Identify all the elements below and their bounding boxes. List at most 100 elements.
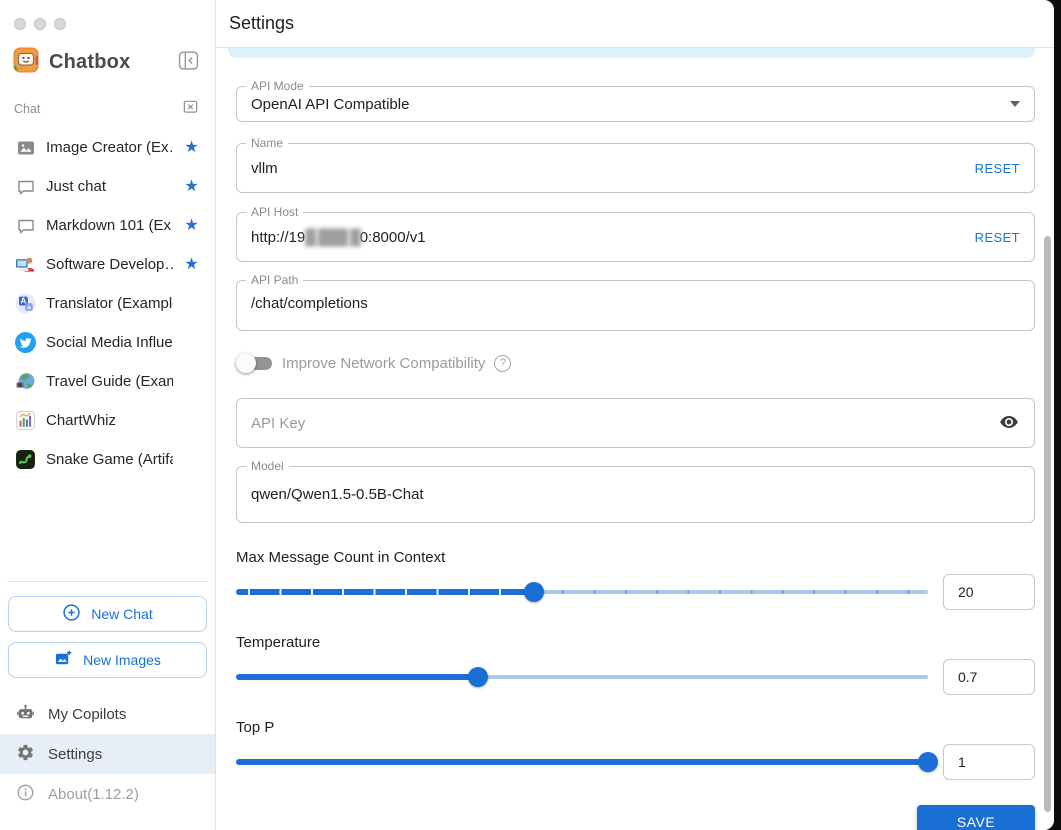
app-brand: Chatbox — [0, 30, 215, 78]
chat-item-label: Social Media Influencer … — [46, 334, 173, 351]
menu-item-label: My Copilots — [48, 705, 127, 723]
name-reset-button[interactable]: RESET — [975, 161, 1020, 176]
collapse-sidebar-icon[interactable] — [178, 50, 199, 76]
network-compatibility-row: Improve Network Compatibility ? — [236, 353, 1035, 373]
temperature-param: Temperature 0.7 — [236, 634, 1035, 695]
api-host-reset-button[interactable]: RESET — [975, 230, 1020, 245]
chat-list: Image Creator (Ex… ★ Just chat ★ Markdow… — [0, 124, 215, 479]
sidebar: Chatbox Chat Image Creator (Ex… ★ Just c… — [0, 0, 216, 830]
clear-chats-icon[interactable] — [182, 98, 199, 120]
minimize-button[interactable] — [34, 18, 46, 30]
scrollbar-thumb[interactable] — [1044, 236, 1051, 812]
top-p-value-input[interactable]: 1 — [943, 744, 1035, 780]
api-mode-select[interactable]: API Mode OpenAI API Compatible — [236, 79, 1035, 122]
menu-item-label: Settings — [48, 745, 103, 763]
chat-section-header: Chat — [0, 78, 215, 124]
chat-item-software-developer[interactable]: Software Develop… ★ — [0, 245, 215, 284]
chat-item-snake-game[interactable]: Snake Game (Artifact E… — [0, 440, 215, 479]
max-message-count-value-input[interactable]: 20 — [943, 574, 1035, 610]
translator-icon: Aa — [15, 293, 36, 314]
api-host-field[interactable]: API Host http://19█.███ █0:8000/v1 RESET — [236, 205, 1035, 262]
star-icon: ★ — [184, 216, 199, 234]
chat-item-label: Markdown 101 (Ex… — [46, 217, 173, 234]
main-panel: Settings API Mode OpenAI API Compatible … — [216, 0, 1054, 830]
gear-icon — [16, 743, 35, 766]
model-field[interactable]: Model qwen/Qwen1.5-0.5B-Chat — [236, 459, 1035, 523]
top-p-slider[interactable] — [236, 744, 938, 780]
robot-icon — [16, 703, 35, 726]
chat-item-just-chat[interactable]: Just chat ★ — [0, 167, 215, 206]
chat-item-label: Image Creator (Ex… — [46, 139, 173, 156]
chat-item-markdown-101[interactable]: Markdown 101 (Ex… ★ — [0, 206, 215, 245]
close-button[interactable] — [14, 18, 26, 30]
chart-icon — [15, 410, 36, 431]
model-label: Model — [246, 459, 289, 473]
globe-icon — [15, 371, 36, 392]
name-value: vllm — [251, 159, 278, 177]
api-host-label: API Host — [246, 205, 304, 219]
max-message-count-param: Max Message Count in Context 20 — [236, 549, 1035, 610]
top-p-param: Top P 1 — [236, 719, 1035, 780]
chat-item-travel-guide[interactable]: Travel Guide (Example) — [0, 362, 215, 401]
api-mode-value: OpenAI API Compatible — [251, 95, 410, 113]
plus-circle-icon — [62, 603, 81, 625]
new-chat-button[interactable]: New Chat — [8, 596, 207, 632]
chat-item-translator[interactable]: Aa Translator (Example) — [0, 284, 215, 323]
network-compatibility-label: Improve Network Compatibility — [282, 354, 486, 372]
max-message-count-slider[interactable] — [236, 574, 928, 610]
max-message-count-label: Max Message Count in Context — [236, 549, 446, 566]
help-icon[interactable]: ? — [494, 354, 512, 372]
chat-item-social-media-influencer[interactable]: Social Media Influencer … — [0, 323, 215, 362]
temperature-slider[interactable] — [236, 659, 928, 695]
sidebar-item-my-copilots[interactable]: My Copilots — [0, 694, 215, 734]
chat-item-label: ChartWhiz — [46, 412, 117, 429]
main-header: Settings — [216, 0, 1054, 48]
name-label: Name — [246, 136, 289, 150]
app-title: Chatbox — [49, 51, 131, 73]
info-icon — [16, 783, 35, 806]
sidebar-item-settings[interactable]: Settings — [0, 734, 215, 774]
sidebar-item-about[interactable]: About(1.12.2) — [0, 774, 215, 814]
show-password-button[interactable] — [998, 411, 1020, 436]
eye-icon — [998, 411, 1020, 436]
page-title: Settings — [229, 13, 295, 33]
chevron-down-icon — [1010, 101, 1020, 107]
star-icon: ★ — [184, 255, 199, 273]
menu-item-label: About(1.12.2) — [48, 785, 139, 803]
network-compatibility-toggle[interactable] — [236, 353, 273, 373]
api-mode-label: API Mode — [246, 79, 309, 93]
twitter-icon — [15, 332, 36, 353]
new-chat-label: New Chat — [91, 606, 153, 622]
name-field[interactable]: Name vllm RESET — [236, 136, 1035, 193]
snake-icon — [15, 449, 36, 470]
temperature-value-input[interactable]: 0.7 — [943, 659, 1035, 695]
api-key-field[interactable]: API Key — [236, 398, 1035, 448]
chat-bubble-icon — [15, 215, 36, 236]
settings-form: API Mode OpenAI API Compatible Name vllm… — [216, 58, 1054, 830]
info-alert-remnant — [228, 48, 1035, 58]
new-images-button[interactable]: New Images — [8, 642, 207, 678]
star-icon: ★ — [184, 177, 199, 195]
chat-item-label: Snake Game (Artifact E… — [46, 451, 173, 468]
sidebar-menu: My Copilots Settings About(1.12.2) — [0, 694, 215, 830]
developer-icon — [15, 254, 36, 275]
chat-item-chartwhiz[interactable]: ChartWhiz — [0, 401, 215, 440]
slider-thumb[interactable] — [468, 667, 489, 687]
chat-item-label: Translator (Example) — [46, 295, 173, 312]
slider-thumb[interactable] — [918, 752, 938, 772]
redacted-host-segment: █.███ █ — [305, 228, 360, 246]
top-p-label: Top P — [236, 719, 275, 736]
temperature-label: Temperature — [236, 634, 321, 651]
api-key-placeholder: API Key — [251, 414, 306, 432]
chat-item-image-creator[interactable]: Image Creator (Ex… ★ — [0, 128, 215, 167]
zoom-button[interactable] — [54, 18, 66, 30]
svg-text:a: a — [27, 304, 31, 311]
new-images-label: New Images — [83, 652, 161, 668]
api-host-value: http://19█.███ █0:8000/v1 — [251, 228, 426, 246]
image-icon — [15, 137, 36, 158]
save-button[interactable]: SAVE — [917, 805, 1035, 830]
api-path-label: API Path — [246, 273, 304, 287]
chat-item-label: Travel Guide (Example) — [46, 373, 173, 390]
slider-thumb[interactable] — [523, 582, 544, 602]
api-path-field[interactable]: API Path /chat/completions — [236, 273, 1035, 331]
